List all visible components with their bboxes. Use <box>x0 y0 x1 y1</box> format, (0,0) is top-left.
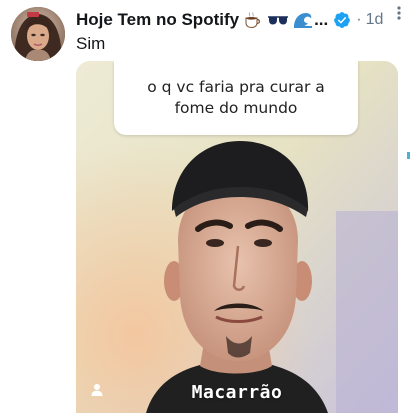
name-truncation: ... <box>314 10 329 29</box>
sunglasses-icon <box>268 16 289 25</box>
coffee-icon <box>245 12 261 29</box>
tweet-header: Hoje Tem no Spotify ... · 1d <box>76 8 402 32</box>
tweet-media[interactable]: o q vc faria pra curar a fome do mundo M… <box>76 61 398 413</box>
question-box: o q vc faria pra curar a fome do mundo <box>114 61 358 135</box>
separator-dot: · <box>356 11 362 28</box>
tweet[interactable]: Hoje Tem no Spotify ... · 1d Sim o q vc … <box>0 0 410 413</box>
tweet-text: Sim <box>76 34 106 53</box>
question-text: o q vc faria pra curar a fome do mundo <box>147 78 325 117</box>
timestamp[interactable]: 1d <box>366 11 384 29</box>
avatar[interactable] <box>11 7 65 61</box>
verified-badge-icon <box>334 12 351 28</box>
wave-icon <box>294 13 313 28</box>
more-options-icon[interactable] <box>392 4 406 22</box>
avatar-image <box>11 7 65 61</box>
answer-caption: Macarrão <box>191 382 283 403</box>
display-name[interactable]: Hoje Tem no Spotify <box>76 10 239 30</box>
